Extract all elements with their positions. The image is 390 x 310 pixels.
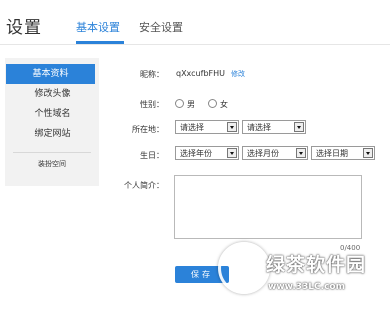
birthday-label: 生日： <box>140 151 164 160</box>
watermark-logo-icon <box>218 242 270 294</box>
nickname-edit-link[interactable]: 修改 <box>231 69 245 79</box>
province-select-value: 请选择 <box>180 123 204 132</box>
gender-male-radio[interactable] <box>175 99 184 108</box>
chevron-down-icon <box>294 122 304 132</box>
birth-day-value: 选择日期 <box>316 149 348 158</box>
chevron-down-icon <box>227 122 237 132</box>
sidebar-item-custom-domain[interactable]: 个性域名 <box>6 104 99 124</box>
gender-label: 性别： <box>140 100 164 109</box>
tab-security-settings[interactable]: 安全设置 <box>139 19 183 35</box>
city-select[interactable]: 请选择 <box>242 120 306 134</box>
gender-female-radio[interactable] <box>208 99 217 108</box>
birth-month-select[interactable]: 选择月份 <box>242 146 308 160</box>
chevron-down-icon <box>296 148 306 158</box>
sidebar-item-decorate-space[interactable]: 装扮空间 <box>5 159 99 169</box>
sidebar-divider <box>13 152 91 153</box>
birth-month-value: 选择月份 <box>247 149 279 158</box>
birth-day-select[interactable]: 选择日期 <box>311 146 375 160</box>
nickname-label: 昵称： <box>140 70 164 79</box>
birth-year-select[interactable]: 选择年份 <box>175 146 239 160</box>
gender-male-label: 男 <box>187 100 195 109</box>
nickname-value: qXxcufbFHU <box>176 69 225 78</box>
sidebar-item-basic-info[interactable]: 基本资料 <box>6 64 95 84</box>
province-select[interactable]: 请选择 <box>175 120 239 134</box>
watermark-url: www.33LC.com <box>268 282 345 292</box>
tab-basic-settings[interactable]: 基本设置 <box>76 19 120 35</box>
page-title: 设置 <box>6 18 42 38</box>
location-label: 所在地： <box>132 125 164 134</box>
bio-label: 个人简介： <box>124 181 164 190</box>
watermark-name: 绿茶软件园 <box>266 254 367 276</box>
gender-female-label: 女 <box>220 100 228 109</box>
city-select-value: 请选择 <box>247 123 271 132</box>
sidebar-item-bind-website[interactable]: 绑定网站 <box>6 124 99 144</box>
page-header: 设置 基本设置 安全设置 <box>0 0 390 45</box>
chevron-down-icon <box>363 148 373 158</box>
active-tab-indicator <box>76 41 124 44</box>
birth-year-value: 选择年份 <box>180 149 212 158</box>
sidebar: 基本资料 修改头像 个性域名 绑定网站 装扮空间 <box>5 58 99 186</box>
bio-textarea[interactable] <box>174 175 362 239</box>
sidebar-item-change-avatar[interactable]: 修改头像 <box>6 84 99 104</box>
chevron-down-icon <box>227 148 237 158</box>
